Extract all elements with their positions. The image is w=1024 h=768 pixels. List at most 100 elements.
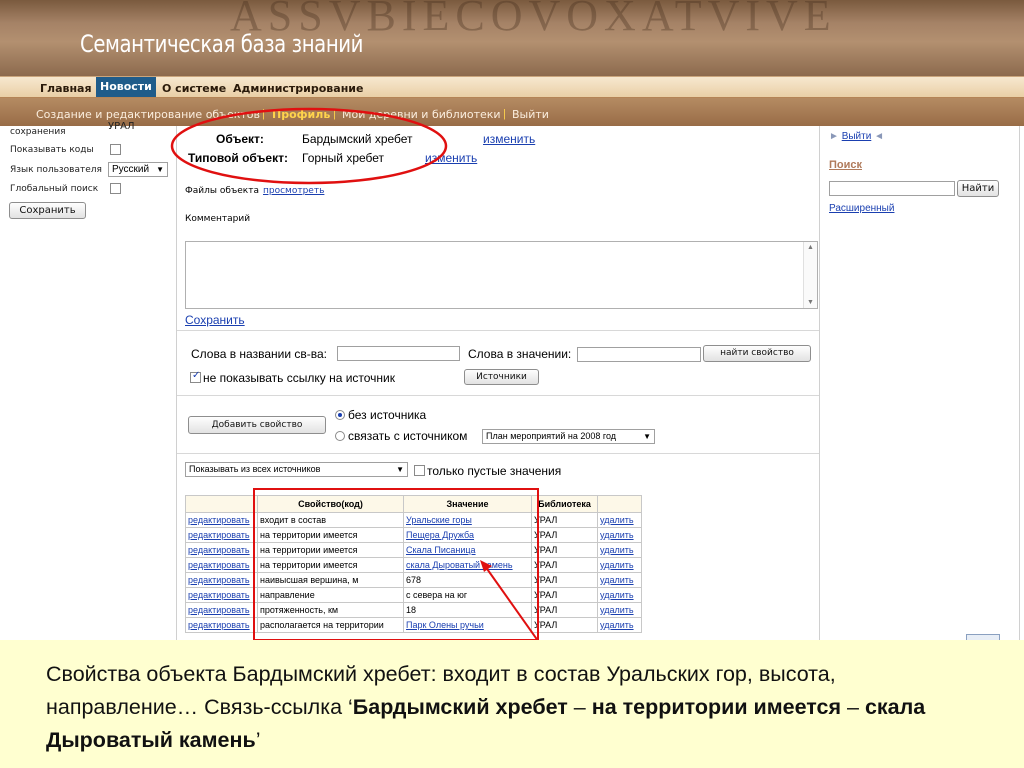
table-row: редактировать на территории имеется Пещера… xyxy=(185,527,642,543)
submenu-profile[interactable]: Профиль xyxy=(272,108,330,121)
property-name-cell: располагается на территории xyxy=(257,617,404,633)
caption-text: Свойства объекта Бардымский хребет: вход… xyxy=(46,658,986,757)
object-change-link[interactable]: изменить xyxy=(483,132,535,146)
save-setting-label: сохранения xyxy=(10,127,66,137)
table-row: редактировать на территории имеется Скала … xyxy=(185,542,642,558)
comment-save-link[interactable]: Сохранить xyxy=(185,313,245,327)
prop-value-input[interactable] xyxy=(577,347,701,362)
edit-link[interactable]: редактировать xyxy=(188,590,250,600)
value-link[interactable]: Уральские горы xyxy=(406,515,472,525)
hide-source-label: не показывать ссылку на источник xyxy=(203,371,396,385)
library-name: УРАЛ xyxy=(534,560,558,570)
radio-with-source[interactable] xyxy=(335,431,345,441)
right-search-button[interactable]: Найти xyxy=(957,180,999,197)
properties-table: Свойство(код) Значение Библиотека редакт… xyxy=(185,495,642,633)
property-name: располагается на территории xyxy=(260,620,384,630)
value-text: 18 xyxy=(406,605,417,615)
files-view-link[interactable]: просмотреть xyxy=(263,186,324,196)
library-name: УРАЛ xyxy=(534,620,558,630)
edit-link[interactable]: редактировать xyxy=(188,530,250,540)
empty-only-checkbox[interactable] xyxy=(414,465,425,476)
prop-name-label: Слова в названии св-ва: xyxy=(191,347,328,361)
global-search-checkbox[interactable] xyxy=(110,183,121,194)
delete-link[interactable]: удалить xyxy=(600,560,634,570)
value-link-cell: Пещера Дружба xyxy=(403,527,532,543)
table-row: редактировать направление с севера на юг УР… xyxy=(185,587,642,603)
find-property-button[interactable]: найти свойство xyxy=(703,345,811,362)
user-language-select[interactable]: Русский ▼ xyxy=(108,162,168,177)
edit-link-cell: редактировать xyxy=(185,527,258,543)
edit-link[interactable]: редактировать xyxy=(188,560,250,570)
delete-link-cell: удалить xyxy=(597,542,642,558)
delete-link-cell: удалить xyxy=(597,602,642,618)
sub-menu: Создание и редактирование объектов | Про… xyxy=(0,98,1024,126)
hide-source-checkbox[interactable] xyxy=(190,370,201,383)
edit-link-cell: редактировать xyxy=(185,542,258,558)
show-codes-checkbox[interactable] xyxy=(110,144,121,155)
left-save-button[interactable]: Сохранить xyxy=(9,202,86,219)
right-search-input[interactable] xyxy=(829,181,955,196)
menu-item-admin[interactable]: Администрирование xyxy=(229,80,367,97)
library-name-cell: УРАЛ xyxy=(531,527,598,543)
library-name: УРАЛ xyxy=(534,605,558,615)
with-source-label: связать с источником xyxy=(348,429,468,443)
value-text: с севера на юг xyxy=(406,590,468,600)
delete-link[interactable]: удалить xyxy=(600,530,634,540)
submenu-create-edit[interactable]: Создание и редактирование объектов xyxy=(36,108,260,121)
edit-link[interactable]: редактировать xyxy=(188,515,250,525)
table-row: редактировать располагается на территории… xyxy=(185,617,642,633)
delete-link[interactable]: удалить xyxy=(600,620,634,630)
submenu-logout[interactable]: Выйти xyxy=(512,108,549,121)
edit-link[interactable]: редактировать xyxy=(188,575,250,585)
edit-link[interactable]: редактировать xyxy=(188,620,250,630)
library-name-cell: УРАЛ xyxy=(531,512,598,528)
add-property-button[interactable]: Добавить свойство xyxy=(188,416,326,434)
delete-link[interactable]: удалить xyxy=(600,605,634,615)
column-header-delete xyxy=(597,495,642,513)
property-name-cell: на территории имеется xyxy=(257,557,404,573)
delete-link[interactable]: удалить xyxy=(600,545,634,555)
scroll-down-icon[interactable]: ▼ xyxy=(807,299,814,306)
table-row: редактировать наивысшая вершина, м 678 УРАЛ… xyxy=(185,572,642,588)
menu-item-about[interactable]: О системе xyxy=(158,80,230,97)
property-name: наивысшая вершина, м xyxy=(260,575,359,585)
source-select[interactable]: План мероприятий на 2008 год ▼ xyxy=(482,429,655,444)
menu-item-news[interactable]: Новости xyxy=(96,77,156,97)
scroll-up-icon[interactable]: ▲ xyxy=(807,244,814,251)
sources-button[interactable]: Источники xyxy=(464,369,539,385)
delete-link-cell: удалить xyxy=(597,512,642,528)
user-language-label: Язык пользователя xyxy=(10,165,102,175)
advanced-search-link[interactable]: Расширенный xyxy=(829,203,894,214)
property-name-cell: протяженность, км xyxy=(257,602,404,618)
delete-link[interactable]: удалить xyxy=(600,515,634,525)
site-title: Семантическая база знаний xyxy=(80,30,364,58)
value-link[interactable]: Парк Олены ручьи xyxy=(406,620,484,630)
value-link[interactable]: Скала Писаница xyxy=(406,545,476,555)
type-object-label: Типовой объект: xyxy=(188,151,288,165)
arrow-left-icon: ◄ xyxy=(874,131,884,142)
comment-textarea[interactable]: ▲ ▼ xyxy=(185,241,818,309)
textarea-scrollbar[interactable]: ▲ ▼ xyxy=(803,242,817,308)
delete-link[interactable]: удалить xyxy=(600,575,634,585)
delete-link[interactable]: удалить xyxy=(600,590,634,600)
value-link[interactable]: Пещера Дружба xyxy=(406,530,474,540)
radio-no-source[interactable] xyxy=(335,410,345,420)
right-logout-link[interactable]: Выйти xyxy=(842,131,872,142)
edit-link[interactable]: редактировать xyxy=(188,605,250,615)
delete-link-cell: удалить xyxy=(597,617,642,633)
prop-name-input[interactable] xyxy=(337,346,460,361)
property-name-cell: направление xyxy=(257,587,404,603)
menu-item-home[interactable]: Главная xyxy=(36,80,96,97)
property-name: на территории имеется xyxy=(260,560,358,570)
submenu-separator: | xyxy=(503,108,506,120)
type-object-value: Горный хребет xyxy=(302,151,385,165)
column-header-actions xyxy=(185,495,258,513)
sources-filter-select[interactable]: Показывать из всех источников ▼ xyxy=(185,462,408,477)
chevron-down-icon: ▼ xyxy=(643,432,651,441)
edit-link[interactable]: редактировать xyxy=(188,545,250,555)
submenu-trees-libraries[interactable]: Мои деревни и библиотеки xyxy=(342,108,501,121)
submenu-separator: | xyxy=(333,108,336,120)
value-link[interactable]: скала Дыроватый камень xyxy=(406,560,513,570)
object-value: Бардымский хребет xyxy=(302,132,413,146)
type-object-change-link[interactable]: изменить xyxy=(425,151,477,165)
